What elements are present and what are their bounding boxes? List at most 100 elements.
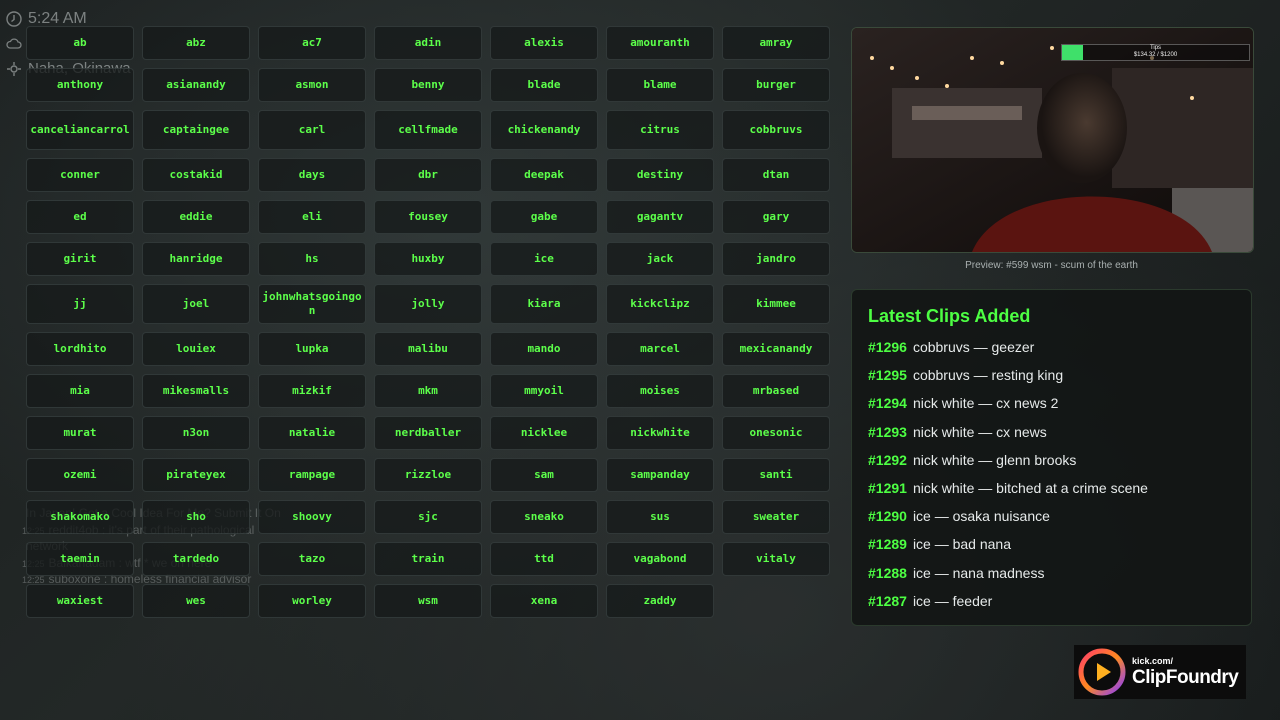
clip-button-blame[interactable]: blame bbox=[606, 68, 714, 102]
clip-button-abz[interactable]: abz bbox=[142, 26, 250, 60]
clip-button-jack[interactable]: jack bbox=[606, 242, 714, 276]
clip-button-ab[interactable]: ab bbox=[26, 26, 134, 60]
clip-button-deepak[interactable]: deepak bbox=[490, 158, 598, 192]
clip-button-kimmee[interactable]: kimmee bbox=[722, 284, 830, 324]
clip-button-amouranth[interactable]: amouranth bbox=[606, 26, 714, 60]
clip-button-alexis[interactable]: alexis bbox=[490, 26, 598, 60]
clip-button-xena[interactable]: xena bbox=[490, 584, 598, 618]
clip-button-jandro[interactable]: jandro bbox=[722, 242, 830, 276]
clip-button-wsm[interactable]: wsm bbox=[374, 584, 482, 618]
clip-button-anthony[interactable]: anthony bbox=[26, 68, 134, 102]
clip-button-taemin[interactable]: taemin bbox=[26, 542, 134, 576]
clip-button-mizkif[interactable]: mizkif bbox=[258, 374, 366, 408]
clip-button-mando[interactable]: mando bbox=[490, 332, 598, 366]
clip-button-marcel[interactable]: marcel bbox=[606, 332, 714, 366]
clip-button-malibu[interactable]: malibu bbox=[374, 332, 482, 366]
clip-button-conner[interactable]: conner bbox=[26, 158, 134, 192]
clip-button-mikesmalls[interactable]: mikesmalls bbox=[142, 374, 250, 408]
clip-button-kiara[interactable]: kiara bbox=[490, 284, 598, 324]
clip-button-ed[interactable]: ed bbox=[26, 200, 134, 234]
clip-button-n3on[interactable]: n3on bbox=[142, 416, 250, 450]
clip-number: #1292 bbox=[868, 451, 907, 468]
clip-button-adin[interactable]: adin bbox=[374, 26, 482, 60]
clip-button-carl[interactable]: carl bbox=[258, 110, 366, 150]
clip-button-nerdballer[interactable]: nerdballer bbox=[374, 416, 482, 450]
clip-button-jj[interactable]: jj bbox=[26, 284, 134, 324]
clip-button-ice[interactable]: ice bbox=[490, 242, 598, 276]
clip-button-vagabond[interactable]: vagabond bbox=[606, 542, 714, 576]
clip-button-rampage[interactable]: rampage bbox=[258, 458, 366, 492]
clip-button-hanridge[interactable]: hanridge bbox=[142, 242, 250, 276]
clip-button-citrus[interactable]: citrus bbox=[606, 110, 714, 150]
clip-button-sho[interactable]: sho bbox=[142, 500, 250, 534]
clip-button-huxby[interactable]: huxby bbox=[374, 242, 482, 276]
clip-button-chickenandy[interactable]: chickenandy bbox=[490, 110, 598, 150]
clipfoundry-logo: kick.com/ ClipFoundry bbox=[1074, 645, 1246, 699]
clip-button-onesonic[interactable]: onesonic bbox=[722, 416, 830, 450]
clip-button-joel[interactable]: joel bbox=[142, 284, 250, 324]
clip-button-mia[interactable]: mia bbox=[26, 374, 134, 408]
clip-button-dtan[interactable]: dtan bbox=[722, 158, 830, 192]
clip-button-worley[interactable]: worley bbox=[258, 584, 366, 618]
clip-button-eli[interactable]: eli bbox=[258, 200, 366, 234]
clip-button-ac7[interactable]: ac7 bbox=[258, 26, 366, 60]
clip-button-wes[interactable]: wes bbox=[142, 584, 250, 618]
clip-button-nickwhite[interactable]: nickwhite bbox=[606, 416, 714, 450]
clip-button-destiny[interactable]: destiny bbox=[606, 158, 714, 192]
clip-button-moises[interactable]: moises bbox=[606, 374, 714, 408]
clip-button-tardedo[interactable]: tardedo bbox=[142, 542, 250, 576]
clip-button-jolly[interactable]: jolly bbox=[374, 284, 482, 324]
clip-button-dbr[interactable]: dbr bbox=[374, 158, 482, 192]
clip-button-santi[interactable]: santi bbox=[722, 458, 830, 492]
clip-button-sampanday[interactable]: sampanday bbox=[606, 458, 714, 492]
clip-button-mexicanandy[interactable]: mexicanandy bbox=[722, 332, 830, 366]
clip-button-captaingee[interactable]: captaingee bbox=[142, 110, 250, 150]
clip-button-burger[interactable]: burger bbox=[722, 68, 830, 102]
clip-button-tazo[interactable]: tazo bbox=[258, 542, 366, 576]
clip-button-sus[interactable]: sus bbox=[606, 500, 714, 534]
clip-button-johnwhatsgoingon[interactable]: johnwhatsgoingon bbox=[258, 284, 366, 324]
clip-number: #1294 bbox=[868, 395, 907, 412]
clip-button-lordhito[interactable]: lordhito bbox=[26, 332, 134, 366]
clip-button-waxiest[interactable]: waxiest bbox=[26, 584, 134, 618]
clip-button-canceliancarrol[interactable]: canceliancarrol bbox=[26, 110, 134, 150]
clip-button-costakid[interactable]: costakid bbox=[142, 158, 250, 192]
clip-button-shoovy[interactable]: shoovy bbox=[258, 500, 366, 534]
clip-button-gabe[interactable]: gabe bbox=[490, 200, 598, 234]
clip-button-ozemi[interactable]: ozemi bbox=[26, 458, 134, 492]
clip-button-sneako[interactable]: sneako bbox=[490, 500, 598, 534]
clip-button-shakomako[interactable]: shakomako bbox=[26, 500, 134, 534]
clip-button-lupka[interactable]: lupka bbox=[258, 332, 366, 366]
clip-button-hs[interactable]: hs bbox=[258, 242, 366, 276]
clip-button-vitaly[interactable]: vitaly bbox=[722, 542, 830, 576]
clip-button-cellfmade[interactable]: cellfmade bbox=[374, 110, 482, 150]
clip-button-gary[interactable]: gary bbox=[722, 200, 830, 234]
clip-button-eddie[interactable]: eddie bbox=[142, 200, 250, 234]
clip-button-ttd[interactable]: ttd bbox=[490, 542, 598, 576]
clip-button-girit[interactable]: girit bbox=[26, 242, 134, 276]
clip-button-train[interactable]: train bbox=[374, 542, 482, 576]
clip-button-sweater[interactable]: sweater bbox=[722, 500, 830, 534]
clip-button-mkm[interactable]: mkm bbox=[374, 374, 482, 408]
clip-button-pirateyex[interactable]: pirateyex bbox=[142, 458, 250, 492]
clip-button-cobbruvs[interactable]: cobbruvs bbox=[722, 110, 830, 150]
clip-button-gagantv[interactable]: gagantv bbox=[606, 200, 714, 234]
clip-button-days[interactable]: days bbox=[258, 158, 366, 192]
clip-button-murat[interactable]: murat bbox=[26, 416, 134, 450]
clip-button-blade[interactable]: blade bbox=[490, 68, 598, 102]
clip-button-sam[interactable]: sam bbox=[490, 458, 598, 492]
clip-button-benny[interactable]: benny bbox=[374, 68, 482, 102]
clip-button-asmon[interactable]: asmon bbox=[258, 68, 366, 102]
clip-button-kickclipz[interactable]: kickclipz bbox=[606, 284, 714, 324]
clip-button-asianandy[interactable]: asianandy bbox=[142, 68, 250, 102]
clip-button-amray[interactable]: amray bbox=[722, 26, 830, 60]
clip-button-louiex[interactable]: louiex bbox=[142, 332, 250, 366]
clip-button-rizzloe[interactable]: rizzloe bbox=[374, 458, 482, 492]
clip-button-natalie[interactable]: natalie bbox=[258, 416, 366, 450]
clip-button-zaddy[interactable]: zaddy bbox=[606, 584, 714, 618]
clip-button-sjc[interactable]: sjc bbox=[374, 500, 482, 534]
clip-button-mrbased[interactable]: mrbased bbox=[722, 374, 830, 408]
clip-button-mmyoil[interactable]: mmyoil bbox=[490, 374, 598, 408]
clip-button-fousey[interactable]: fousey bbox=[374, 200, 482, 234]
clip-button-nicklee[interactable]: nicklee bbox=[490, 416, 598, 450]
